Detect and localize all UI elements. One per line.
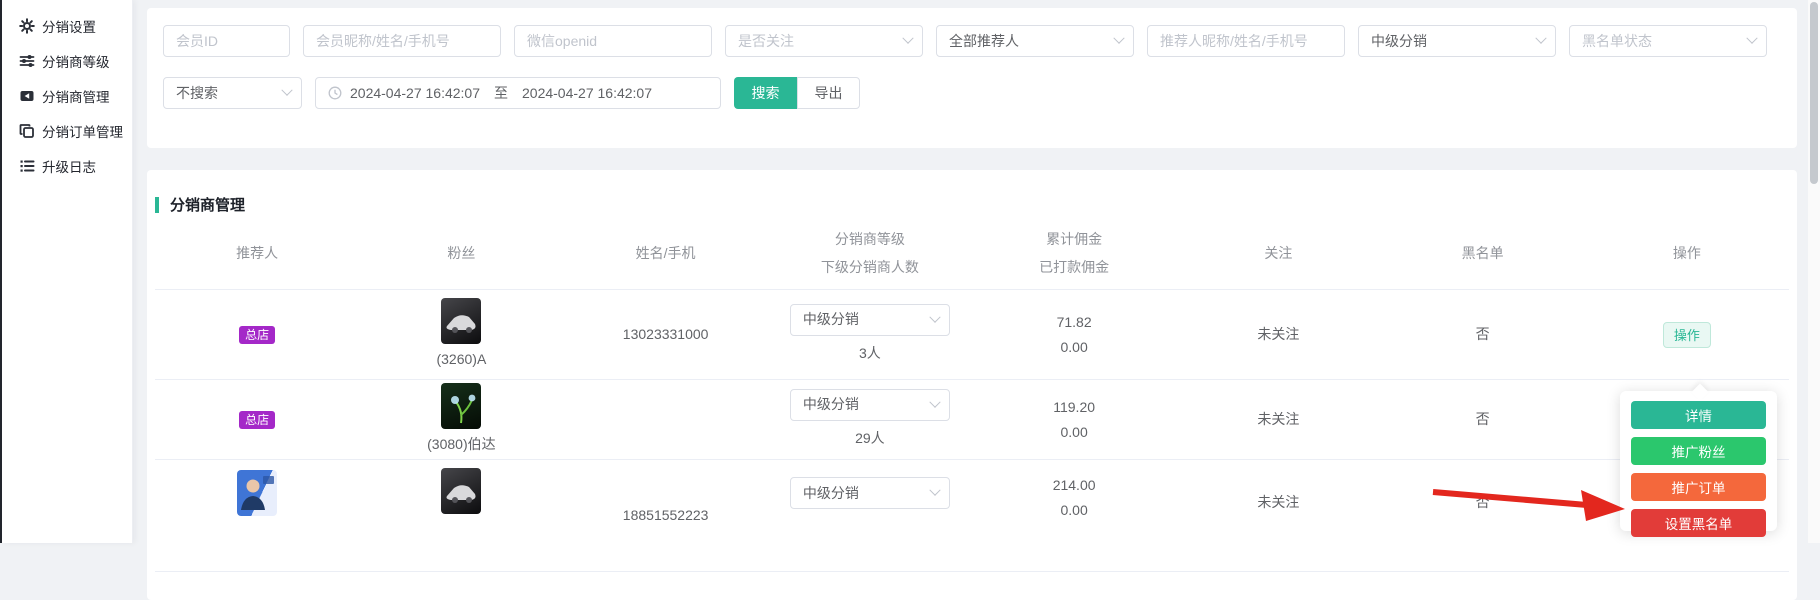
set-blacklist-button[interactable]: 设置黑名单 [1631, 509, 1766, 537]
action-menu-popup: 详情 推广粉丝 推广订单 设置黑名单 [1620, 391, 1777, 531]
follow-status: 未关注 [1257, 407, 1299, 432]
chevron-down-icon [1746, 33, 1757, 44]
commission-total: 71.82 [1057, 310, 1092, 335]
sidebar-item-label: 升级日志 [42, 156, 96, 176]
fan-avatar-car[interactable] [441, 468, 481, 514]
sidebar-item-distributor-management[interactable]: 分销商管理 [2, 78, 132, 113]
commission-total: 214.00 [1053, 473, 1096, 498]
level-select[interactable]: 中级分销 [1358, 25, 1556, 57]
col-blacklist: 黑名单 [1381, 217, 1585, 289]
commission-paid: 0.00 [1061, 498, 1088, 523]
chevron-down-icon [281, 85, 292, 96]
section-header: 分销商管理 [147, 170, 1797, 215]
gear-icon [19, 18, 35, 34]
row-level-select[interactable]: 中级分销 [790, 304, 950, 336]
vertical-scrollbar [1808, 0, 1820, 543]
blacklist-status: 否 [1476, 407, 1490, 432]
chevron-down-icon [929, 311, 940, 322]
referrer-badge: 总店 [239, 411, 275, 429]
chevron-down-icon [1535, 33, 1546, 44]
list-icon [19, 158, 35, 174]
sidebar-item-distribution-settings[interactable]: 分销设置 [2, 8, 132, 43]
date-to-label: 至 [494, 83, 508, 103]
sliders-icon [19, 53, 35, 69]
name-phone: 18851552223 [623, 503, 709, 528]
video-icon [19, 88, 35, 104]
export-button[interactable]: 导出 [797, 77, 860, 109]
col-name-phone: 姓名/手机 [564, 217, 768, 289]
member-nickname-input[interactable] [303, 25, 501, 57]
col-fans: 粉丝 [359, 217, 563, 289]
distributor-table-panel: 分销商管理 推荐人 粉丝 姓名/手机 分销商等级 下级分销商人数 累计佣金 已打… [147, 170, 1797, 600]
follow-status: 未关注 [1257, 322, 1299, 347]
blacklist-status: 否 [1476, 322, 1490, 347]
col-action: 操作 [1585, 217, 1789, 289]
promote-orders-button[interactable]: 推广订单 [1631, 473, 1766, 501]
commission-total: 119.20 [1053, 395, 1095, 420]
wechat-openid-input[interactable] [514, 25, 712, 57]
filter-row-2: 不搜索 2024-04-27 16:42:07 至 2024-04-27 16:… [163, 77, 1781, 109]
date-start: 2024-04-27 16:42:07 [350, 85, 480, 101]
referrer-badge: 总店 [239, 326, 275, 344]
fan-avatar-car[interactable] [441, 298, 481, 344]
sidebar-item-distribution-orders[interactable]: 分销订单管理 [2, 113, 132, 148]
filter-actions: 搜索 导出 [734, 77, 860, 109]
sidebar-item-label: 分销设置 [42, 16, 96, 36]
date-range-picker[interactable]: 2024-04-27 16:42:07 至 2024-04-27 16:42:0… [315, 77, 721, 109]
row-action-button[interactable]: 操作 [1663, 322, 1711, 348]
referrer-avatar-person[interactable] [237, 470, 277, 516]
detail-button[interactable]: 详情 [1631, 401, 1766, 429]
scrollbar-thumb[interactable] [1810, 2, 1818, 184]
search-mode-select[interactable]: 不搜索 [163, 77, 302, 109]
subordinate-count: 29人 [855, 426, 885, 451]
subordinate-count: 3人 [859, 341, 881, 366]
chevron-down-icon [902, 33, 913, 44]
row-level-select[interactable]: 中级分销 [790, 477, 950, 509]
table-row: 18851552223 中级分销 214.00 0.00 未关注 否 操作 [155, 460, 1789, 572]
chevron-down-icon [929, 485, 940, 496]
page-title: 分销商管理 [170, 194, 245, 215]
search-button[interactable]: 搜索 [734, 77, 797, 109]
member-id-input[interactable] [163, 25, 290, 57]
col-referrer: 推荐人 [155, 217, 359, 289]
referrer-select[interactable]: 全部推荐人 [936, 25, 1134, 57]
name-phone: 13023331000 [623, 322, 709, 347]
promote-fans-button[interactable]: 推广粉丝 [1631, 437, 1766, 465]
filter-panel: 是否关注 全部推荐人 中级分销 黑名单状态 不搜索 2024-04-27 16:… [147, 8, 1797, 148]
chevron-down-icon [929, 396, 940, 407]
commission-paid: 0.00 [1061, 335, 1088, 360]
referrer-keyword-input[interactable] [1147, 25, 1345, 57]
sidebar: 分销设置 分销商等级 分销商管理 分销订单管理 升级日志 [2, 0, 133, 543]
date-end: 2024-04-27 16:42:07 [522, 85, 652, 101]
sidebar-item-label: 分销订单管理 [42, 121, 123, 141]
commission-paid: 0.00 [1061, 420, 1088, 445]
col-level: 分销商等级 下级分销商人数 [768, 217, 972, 289]
follow-status: 未关注 [1257, 490, 1299, 515]
follow-status-select[interactable]: 是否关注 [725, 25, 923, 57]
blacklist-status: 否 [1476, 490, 1490, 515]
fan-avatar-plant[interactable] [441, 383, 481, 429]
fan-name: (3260)A [436, 347, 486, 372]
title-accent-bar [155, 197, 159, 213]
table-row: 总店 (3260)A 13023331000 中级分销 3人 71.82 0.0… [155, 290, 1789, 380]
sidebar-item-label: 分销商等级 [42, 51, 110, 71]
chevron-down-icon [1113, 33, 1124, 44]
row-level-select[interactable]: 中级分销 [790, 389, 950, 421]
table-row: 总店 (3080)伯达 中级分销 29人 119.20 0.00 未关注 否 [155, 380, 1789, 460]
sidebar-item-upgrade-log[interactable]: 升级日志 [2, 148, 132, 183]
distributor-table: 推荐人 粉丝 姓名/手机 分销商等级 下级分销商人数 累计佣金 已打款佣金 关注… [155, 217, 1789, 572]
filter-row-1: 是否关注 全部推荐人 中级分销 黑名单状态 [163, 25, 1781, 57]
sidebar-item-label: 分销商管理 [42, 86, 110, 106]
table-header: 推荐人 粉丝 姓名/手机 分销商等级 下级分销商人数 累计佣金 已打款佣金 关注… [155, 217, 1789, 290]
fan-name: (3080)伯达 [427, 432, 495, 457]
col-follow: 关注 [1176, 217, 1380, 289]
sidebar-item-distributor-level[interactable]: 分销商等级 [2, 43, 132, 78]
clock-icon [328, 86, 342, 100]
copy-icon [19, 123, 35, 139]
col-commission: 累计佣金 已打款佣金 [972, 217, 1176, 289]
blacklist-status-select[interactable]: 黑名单状态 [1569, 25, 1767, 57]
